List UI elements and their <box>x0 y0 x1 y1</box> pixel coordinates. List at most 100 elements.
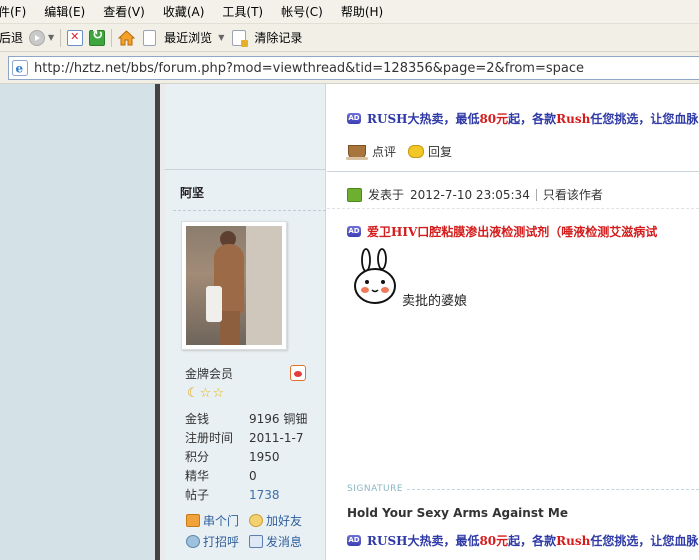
divider <box>165 169 326 170</box>
ad-icon: AD <box>347 113 361 124</box>
stat-value: 1950 <box>249 449 280 464</box>
stat-label: 积分 <box>185 450 210 464</box>
rate-button[interactable]: 点评 <box>372 143 396 160</box>
menu-help[interactable]: 帮助(H) <box>341 3 383 20</box>
greet-button[interactable]: 打招呼 <box>186 533 249 550</box>
moon-icon: ☾ <box>187 386 199 401</box>
page-background <box>0 84 155 560</box>
avatar-image <box>186 226 282 345</box>
ad-text: 起，各款 <box>508 112 557 126</box>
menu-view[interactable]: 查看(V) <box>103 3 145 20</box>
visit-label: 串个门 <box>203 514 240 528</box>
only-author-link[interactable]: 只看该作者 <box>543 186 603 203</box>
message-label: 发消息 <box>266 535 303 549</box>
post-text: 卖批的婆娘 <box>402 294 468 309</box>
divider <box>327 208 699 209</box>
forward-icon <box>29 29 46 46</box>
menu-bar: 件(F) 编辑(E) 查看(V) 收藏(A) 工具(T) 帐号(C) 帮助(H) <box>0 0 699 24</box>
avatar[interactable] <box>181 221 287 350</box>
stat-label: 精华 <box>185 469 210 483</box>
home-button[interactable] <box>118 29 136 46</box>
house-icon <box>186 514 200 527</box>
ad-text: 爱卫HIV口腔粘膜渗出液检测试剂（唾液检测艾滋病试 <box>367 225 658 239</box>
menu-file[interactable]: 件(F) <box>0 3 26 20</box>
weibo-icon[interactable] <box>290 365 306 381</box>
star-icon: ☆ <box>212 386 224 401</box>
stop-button[interactable] <box>67 29 84 46</box>
post-info: 发表于 2012-7-10 23:05:34 只看该作者 <box>347 186 603 203</box>
menu-account[interactable]: 帐号(C) <box>281 3 323 20</box>
add-friend-label: 加好友 <box>266 514 303 528</box>
url-field[interactable]: e http://hztz.net/bbs/forum.php?mod=view… <box>8 56 699 80</box>
visit-button[interactable]: 串个门 <box>186 512 249 529</box>
rank-stars: ☾ ☆ ☆ <box>187 387 224 401</box>
url-text: http://hztz.net/bbs/forum.php?mod=viewth… <box>34 60 584 76</box>
chevron-down-icon: ▼ <box>48 33 55 42</box>
posted-prefix: 发表于 <box>368 188 405 202</box>
stat-row: 精华 0 <box>185 466 307 485</box>
posts-count-link[interactable]: 1738 <box>249 488 280 502</box>
toolbar: 后退 ▼ 最近浏览 ▼ 清除记录 <box>0 24 699 52</box>
friend-icon <box>249 514 263 527</box>
stat-value: 9196 铜钿 <box>249 412 308 426</box>
stat-row: 积分 1950 <box>185 447 307 466</box>
forward-button[interactable]: ▼ <box>29 29 55 46</box>
ad-icon: AD <box>347 226 361 237</box>
stat-value: 2011-1-7 <box>249 430 304 445</box>
comment-bubble-icon <box>408 145 425 158</box>
user-rank: 金牌会员 <box>185 367 234 381</box>
posted-time: 2012-7-10 23:05:34 <box>410 187 530 202</box>
back-label: 后退 <box>0 31 24 45</box>
ad-text: 任您挑选，让您血脉 <box>590 534 699 548</box>
clear-history-label: 清除记录 <box>254 31 303 45</box>
stat-row: 帖子 1738 <box>185 485 307 504</box>
signature-text: Hold Your Sexy Arms Against Me <box>347 506 568 520</box>
divider <box>535 188 537 201</box>
top-ad-link[interactable]: AD RUSH大热卖，最低 80元 起，各款 Rush 任您挑选，让您血脉 <box>347 110 698 127</box>
ad-text: RUSH大热卖，最低 <box>367 112 480 126</box>
ad-text: 任您挑选，让您血脉 <box>590 112 699 126</box>
clear-icon <box>232 29 249 47</box>
stop-icon <box>67 29 84 46</box>
stat-label: 金钱 <box>185 412 210 426</box>
ad-price: 80元 <box>479 112 509 126</box>
rabbit-emoticon <box>354 248 396 304</box>
ie-icon: e <box>12 60 28 76</box>
bottom-ad-link[interactable]: AD RUSH大热卖，最低 80元 起，各款 Rush 任您挑选，让您血脉 <box>347 532 698 549</box>
menu-favorites[interactable]: 收藏(A) <box>163 3 205 20</box>
stat-row: 金钱 9196 铜钿 <box>185 409 307 428</box>
refresh-button[interactable] <box>89 28 106 46</box>
page-icon <box>143 29 157 46</box>
ad-text: RUSH大热卖，最低 <box>367 534 480 548</box>
post-icon <box>347 187 362 202</box>
stat-row: 注册时间 2011-1-7 <box>185 428 307 447</box>
user-stats: 金钱 9196 铜钿 注册时间 2011-1-7 积分 1950 精华 0 帖子… <box>185 409 307 504</box>
stat-label: 注册时间 <box>185 431 234 445</box>
message-button[interactable]: 发消息 <box>249 533 312 550</box>
signature-label: SIGNATURE <box>347 484 404 494</box>
post-actions: 点评 回复 <box>346 143 452 160</box>
toolbar-divider <box>111 28 113 47</box>
back-button[interactable]: 后退 <box>0 29 23 46</box>
address-bar: e http://hztz.net/bbs/forum.php?mod=view… <box>0 52 699 84</box>
reply-button[interactable]: 回复 <box>428 143 452 160</box>
divider <box>173 210 326 211</box>
ad-icon: AD <box>347 535 361 546</box>
ad-text: 起，各款 <box>508 534 557 548</box>
menu-tools[interactable]: 工具(T) <box>222 3 263 20</box>
greet-label: 打招呼 <box>203 535 240 549</box>
toolbar-divider <box>60 28 62 47</box>
signature-divider: SIGNATURE <box>347 484 699 494</box>
greet-icon <box>186 535 200 548</box>
recent-browse-button[interactable]: 最近浏览 ▼ <box>143 29 224 46</box>
link-row: 串个门 加好友 <box>186 510 312 531</box>
clear-history-button[interactable]: 清除记录 <box>232 29 303 47</box>
divider <box>407 488 699 490</box>
post-ad-link[interactable]: AD 爱卫HIV口腔粘膜渗出液检测试剂（唾液检测艾滋病试 <box>347 223 657 240</box>
menu-edit[interactable]: 编辑(E) <box>44 3 85 20</box>
recent-browse-label: 最近浏览 <box>164 31 213 45</box>
add-friend-button[interactable]: 加好友 <box>249 512 312 529</box>
author-name[interactable]: 阿坚 <box>180 184 204 201</box>
chevron-down-icon: ▼ <box>218 33 225 42</box>
divider <box>327 171 699 172</box>
